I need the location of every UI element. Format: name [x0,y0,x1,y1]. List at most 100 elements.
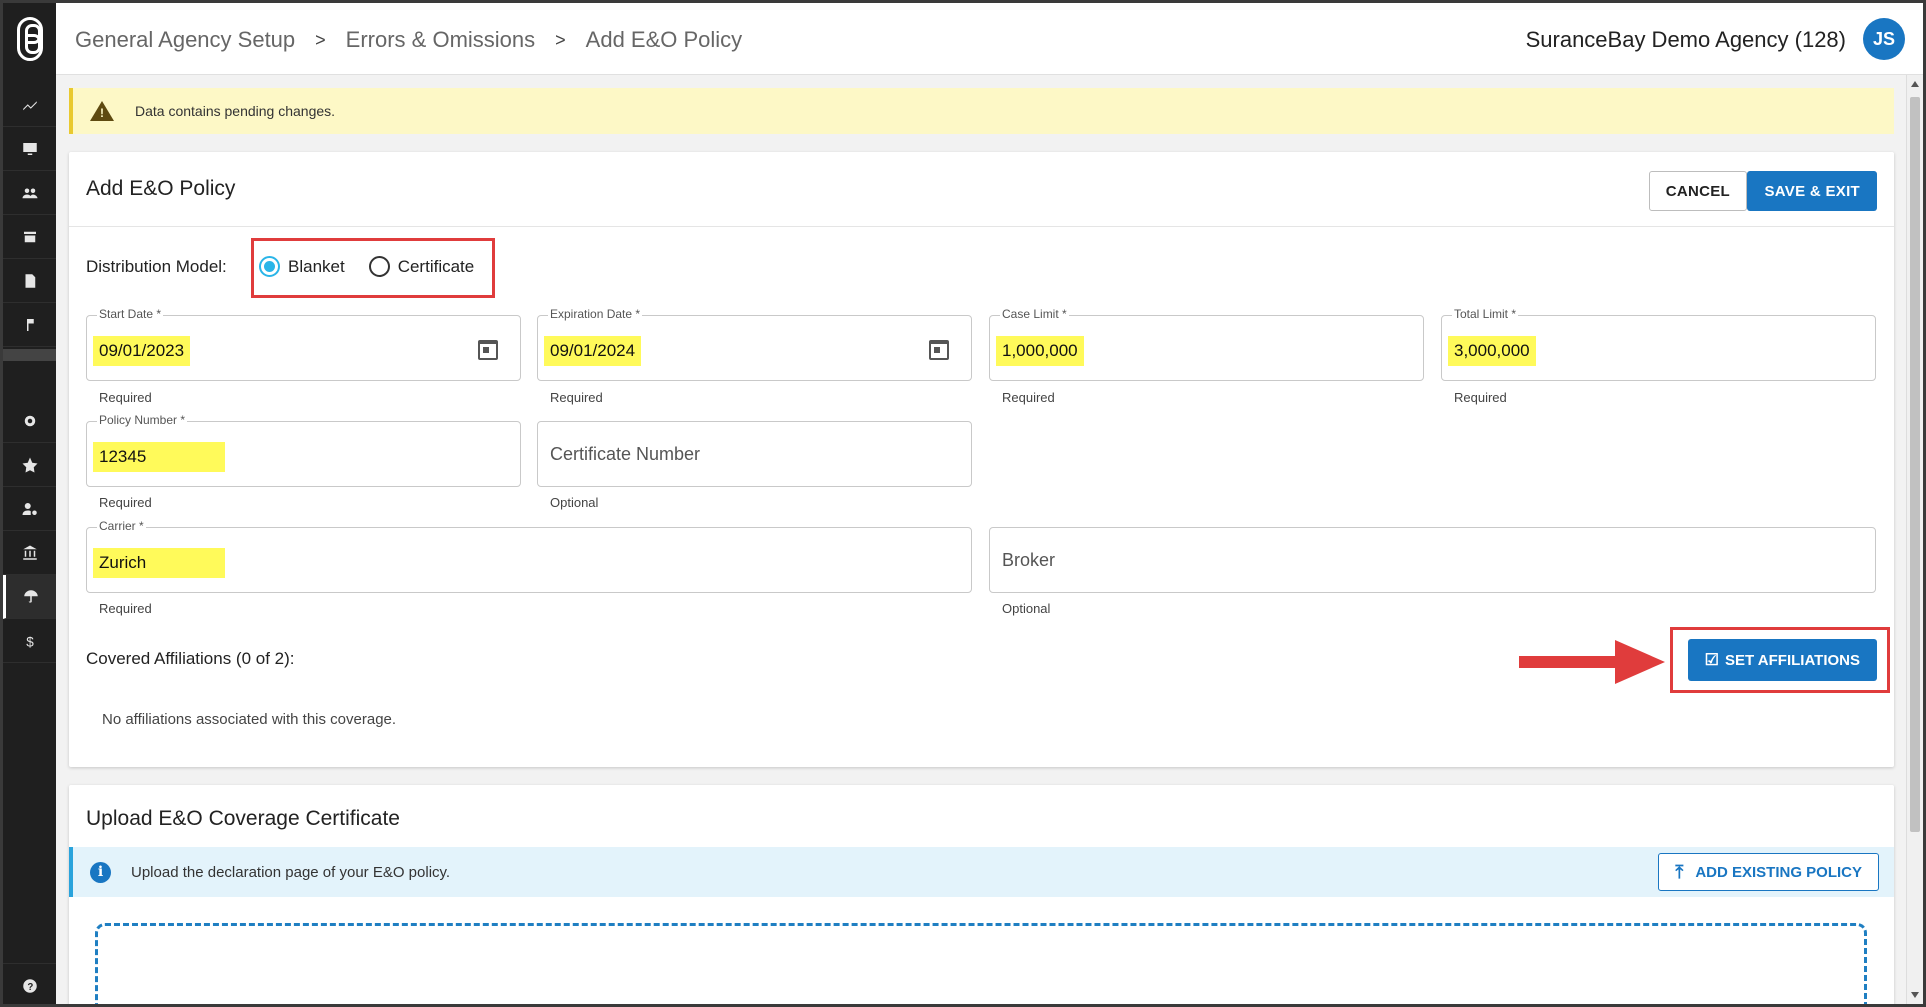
carrier-value[interactable]: Zurich [93,548,225,578]
carrier-label: Carrier * [97,519,146,533]
chevron-right-icon: > [555,29,566,50]
gear-icon [24,415,35,426]
radio-blanket-label[interactable]: Blanket [288,257,345,277]
app-logo[interactable] [3,3,56,75]
sidebar-item-badge[interactable] [3,443,56,487]
monitor-icon [22,142,37,155]
flag-icon [26,318,34,331]
sidebar-item-analytics[interactable] [3,83,56,127]
upload-section-title: Upload E&O Coverage Certificate [86,807,400,830]
start-date-label: Start Date * [97,307,164,321]
total-limit-field[interactable]: Total Limit * 3,000,000 [1441,307,1876,381]
start-date-value[interactable]: 09/01/2023 [93,336,191,366]
policy-number-helper: Required [99,495,152,510]
set-affiliations-label: SET AFFILIATIONS [1725,651,1860,669]
sidebar-item-flag[interactable] [3,303,56,347]
radio-certificate-label[interactable]: Certificate [398,257,475,277]
breadcrumb: General Agency Setup > Errors & Omission… [75,27,742,53]
svg-text:?: ? [27,981,33,992]
info-icon: i [90,861,111,883]
file-dropzone[interactable] [95,923,1867,1004]
policy-number-label: Policy Number * [97,413,188,427]
user-avatar[interactable]: JS [1863,18,1905,60]
breadcrumb-add-eo-policy: Add E&O Policy [585,27,743,52]
policy-number-field[interactable]: Policy Number * 12345 [86,413,521,487]
total-limit-value[interactable]: 3,000,000 [1448,336,1536,366]
page-title: Add E&O Policy [86,177,236,200]
warning-icon: ! [90,101,114,121]
sidebar-item-documents[interactable] [3,259,56,303]
start-date-helper: Required [99,390,152,405]
certificate-number-helper: Optional [550,495,599,510]
add-existing-policy-button[interactable]: ⤒ ADD EXISTING POLICY [1658,853,1879,891]
case-limit-field[interactable]: Case Limit * 1,000,000 [989,307,1424,381]
analytics-icon [22,100,37,110]
alert-message: Data contains pending changes. [135,103,336,119]
sidebar-item-user-settings[interactable] [3,487,56,531]
card-header: Add E&O Policy CANCEL SAVE & EXIT [69,152,1894,227]
top-header: General Agency Setup > Errors & Omission… [56,3,1923,75]
save-exit-button[interactable]: SAVE & EXIT [1747,171,1877,211]
add-existing-policy-label: ADD EXISTING POLICY [1695,863,1862,881]
scroll-up-arrow-icon[interactable] [1911,81,1919,87]
breadcrumb-errors-omissions[interactable]: Errors & Omissions [346,27,535,53]
expiration-date-helper: Required [550,390,603,405]
bank-icon [22,545,37,560]
sidebar-divider [3,349,56,361]
expiration-date-label: Expiration Date * [548,307,643,321]
expiration-date-field[interactable]: Expiration Date * 09/01/2024 [537,307,972,381]
page-scrollbar[interactable] [1906,75,1923,1004]
certificate-number-field[interactable]: Certificate Number [537,421,972,487]
sidebar-item-settings[interactable] [3,399,56,443]
broker-helper: Optional [1002,601,1051,616]
policy-number-value[interactable]: 12345 [93,442,225,472]
calendar-icon[interactable] [929,340,949,360]
sidebar-item-monitor[interactable] [3,127,56,171]
no-affiliations-message: No affiliations associated with this cov… [102,711,397,728]
distribution-model-radio-group: Blanket Certificate [259,256,490,277]
cancel-button[interactable]: CANCEL [1648,171,1747,211]
store-icon [23,231,36,242]
sidebar-item-help[interactable]: ? [3,963,56,1004]
svg-text:$: $ [26,634,34,649]
distribution-model-label: Distribution Model: [86,257,227,276]
start-date-field[interactable]: Start Date * 09/01/2023 [86,307,521,381]
case-limit-helper: Required [1002,390,1055,405]
calendar-icon[interactable] [478,340,498,360]
case-limit-label: Case Limit * [1000,307,1069,321]
sidebar: $ ? [3,3,56,1004]
sidebar-item-people[interactable] [3,171,56,215]
agency-name: SuranceBay Demo Agency (128) [1525,27,1846,52]
radio-blanket[interactable] [259,256,280,277]
carrier-field[interactable]: Carrier * Zurich [86,519,972,593]
sidebar-item-billing[interactable]: $ [3,619,56,663]
broker-placeholder: Broker [1002,550,1056,570]
upload-icon: ⤒ [1675,861,1684,882]
scroll-down-arrow-icon[interactable] [1911,992,1919,998]
logo-icon [16,17,43,61]
sidebar-item-bank[interactable] [3,531,56,575]
sidebar-item-store[interactable] [3,215,56,259]
annotation-arrow-icon [1519,640,1665,684]
dollar-icon: $ [26,634,34,649]
app-window: $ ? General Agency Setup > Errors & Omis… [3,3,1923,1004]
scrollbar-thumb[interactable] [1910,97,1920,832]
certificate-number-placeholder: Certificate Number [550,444,701,464]
pending-changes-alert: ! Data contains pending changes. [69,88,1894,134]
expiration-date-value[interactable]: 09/01/2024 [544,336,642,366]
case-limit-value[interactable]: 1,000,000 [996,336,1084,366]
upload-info-text: Upload the declaration page of your E&O … [131,863,451,881]
upload-certificate-card: Upload E&O Coverage Certificate i Upload… [69,785,1894,1004]
umbrella-icon [24,589,38,603]
people-icon [22,188,37,198]
radio-certificate[interactable] [368,256,390,277]
document-icon [25,273,35,288]
set-affiliations-button[interactable]: ☑ SET AFFILIATIONS [1687,639,1877,681]
breadcrumb-general-agency-setup[interactable]: General Agency Setup [75,27,295,53]
sidebar-item-errors-omissions[interactable] [3,575,56,619]
upload-info-bar: i Upload the declaration page of your E&… [69,847,1894,897]
total-limit-label: Total Limit * [1452,307,1519,321]
badge-icon [22,457,37,472]
broker-field[interactable]: Broker [989,527,1876,593]
total-limit-helper: Required [1454,390,1507,405]
